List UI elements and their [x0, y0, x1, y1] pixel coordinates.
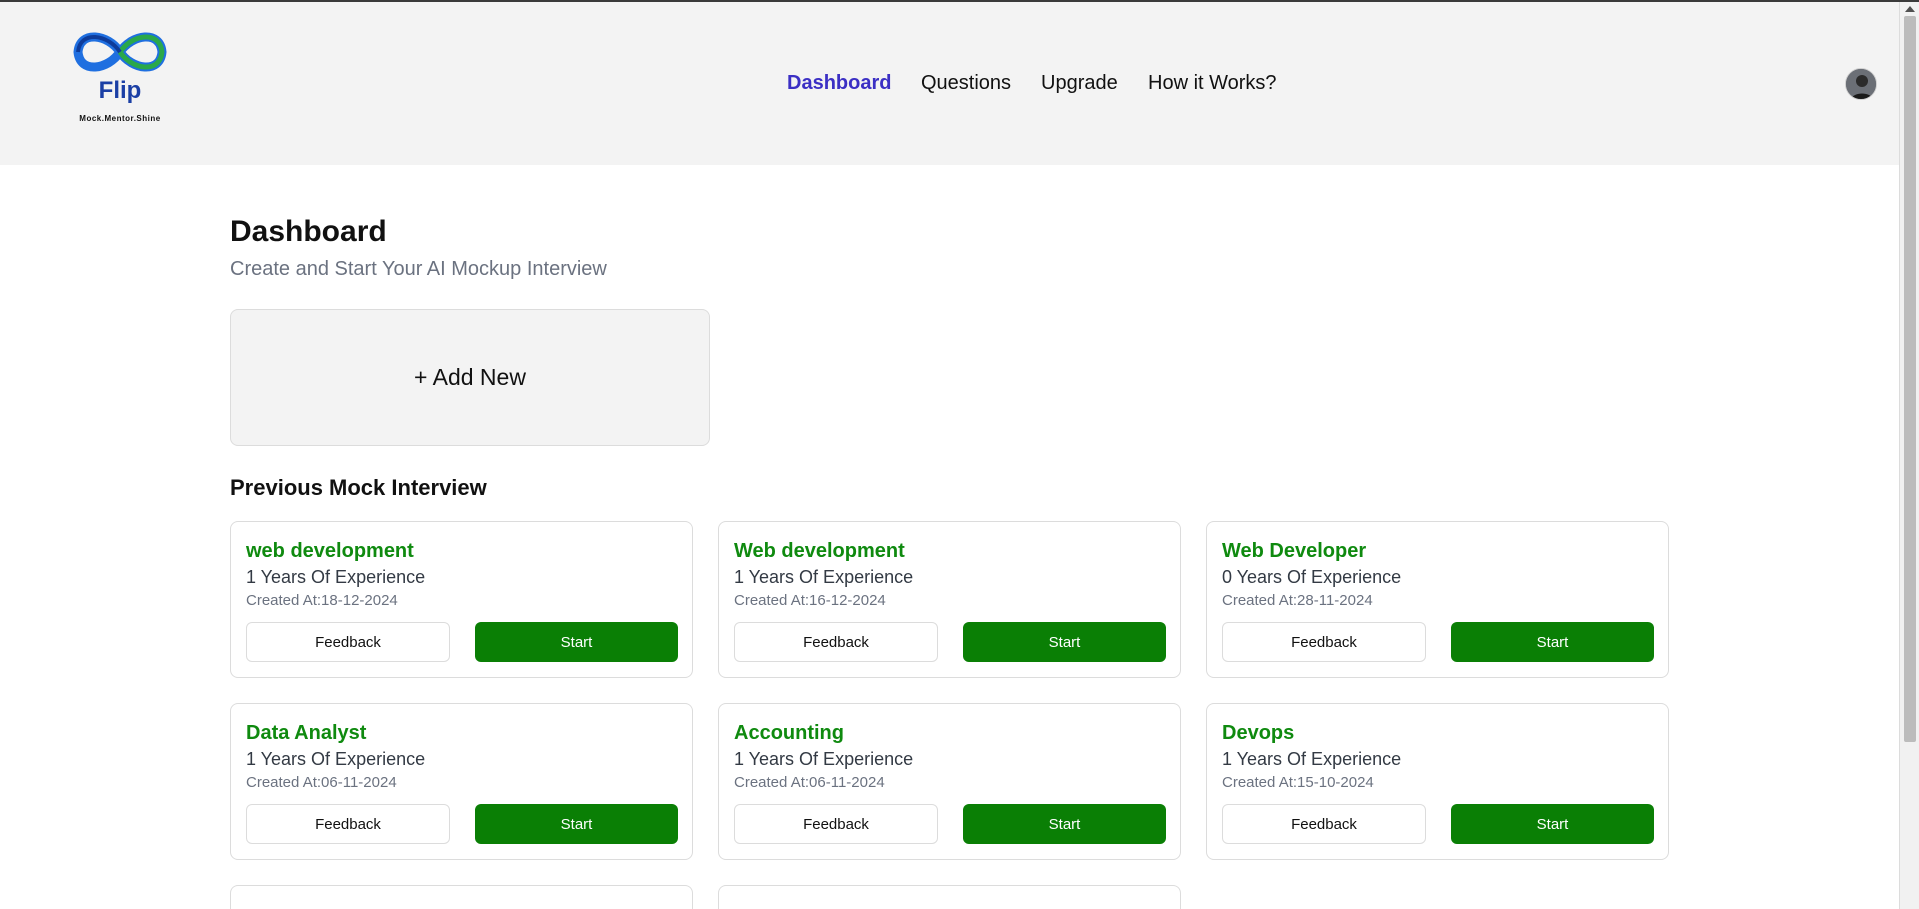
feedback-button[interactable]: Feedback [1222, 804, 1426, 844]
start-button[interactable]: Start [963, 622, 1166, 662]
interview-position: Devops [1222, 722, 1295, 744]
interview-created-date: Created At:16-12-2024 [734, 592, 886, 609]
interview-card: Accounting 1 Years Of Experience Created… [718, 703, 1181, 860]
feedback-button[interactable]: Feedback [734, 622, 938, 662]
nav-questions[interactable]: Questions [921, 72, 1011, 98]
page-scrollbar[interactable] [1899, 2, 1919, 909]
interview-card: Web Developer 0 Years Of Experience Crea… [1206, 521, 1669, 678]
interview-card-partial [230, 885, 693, 909]
start-button[interactable]: Start [1451, 622, 1654, 662]
interview-experience: 0 Years Of Experience [1222, 567, 1402, 587]
flip-logo[interactable]: Flip Mock.Mentor.Shine [70, 22, 170, 132]
nav-dashboard[interactable]: Dashboard [787, 72, 891, 98]
start-button[interactable]: Start [963, 804, 1166, 844]
add-new-interview-card[interactable]: + Add New [230, 309, 710, 446]
user-avatar[interactable] [1845, 68, 1877, 100]
interview-experience: 1 Years Of Experience [246, 749, 426, 769]
user-avatar-icon [1846, 69, 1876, 99]
top-navbar: Flip Mock.Mentor.Shine Dashboard Questio… [0, 2, 1899, 165]
interview-experience: 1 Years Of Experience [734, 749, 914, 769]
interview-created-date: Created At:28-11-2024 [1222, 592, 1373, 609]
interview-created-date: Created At:15-10-2024 [1222, 774, 1374, 791]
start-button[interactable]: Start [475, 622, 678, 662]
start-button[interactable]: Start [475, 804, 678, 844]
feedback-button[interactable]: Feedback [734, 804, 938, 844]
interview-experience: 1 Years Of Experience [734, 567, 914, 587]
interview-created-date: Created At:06-11-2024 [246, 774, 397, 791]
interview-card: Web development 1 Years Of Experience Cr… [718, 521, 1181, 678]
nav-how-it-works[interactable]: How it Works? [1148, 72, 1277, 98]
logo-tagline: Mock.Mentor.Shine [79, 114, 161, 123]
interview-card: Data Analyst 1 Years Of Experience Creat… [230, 703, 693, 860]
interview-card: Devops 1 Years Of Experience Created At:… [1206, 703, 1669, 860]
logo-text: Flip [98, 77, 142, 104]
feedback-button[interactable]: Feedback [246, 622, 450, 662]
scroll-up-icon[interactable] [1905, 6, 1915, 12]
add-new-label: + Add New [414, 364, 526, 390]
start-button[interactable]: Start [1451, 804, 1654, 844]
infinity-logo-icon [73, 32, 167, 72]
interview-position: Accounting [734, 722, 844, 744]
interview-card-partial [718, 885, 1181, 909]
interview-card: web development 1 Years Of Experience Cr… [230, 521, 693, 678]
nav-upgrade[interactable]: Upgrade [1041, 72, 1118, 98]
interview-experience: 1 Years Of Experience [1222, 749, 1402, 769]
feedback-button[interactable]: Feedback [246, 804, 450, 844]
interview-experience: 1 Years Of Experience [246, 567, 426, 587]
interview-position: Data Analyst [246, 722, 367, 744]
interview-position: Web Developer [1222, 540, 1367, 562]
feedback-button[interactable]: Feedback [1222, 622, 1426, 662]
previous-interviews-heading: Previous Mock Interview [230, 475, 487, 500]
interview-position: web development [246, 540, 414, 562]
page-subtitle: Create and Start Your AI Mockup Intervie… [230, 258, 607, 280]
scrollbar-thumb[interactable] [1904, 16, 1916, 742]
interview-created-date: Created At:18-12-2024 [246, 592, 398, 609]
page-title: Dashboard [230, 215, 387, 248]
interview-created-date: Created At:06-11-2024 [734, 774, 885, 791]
interview-position: Web development [734, 540, 905, 562]
